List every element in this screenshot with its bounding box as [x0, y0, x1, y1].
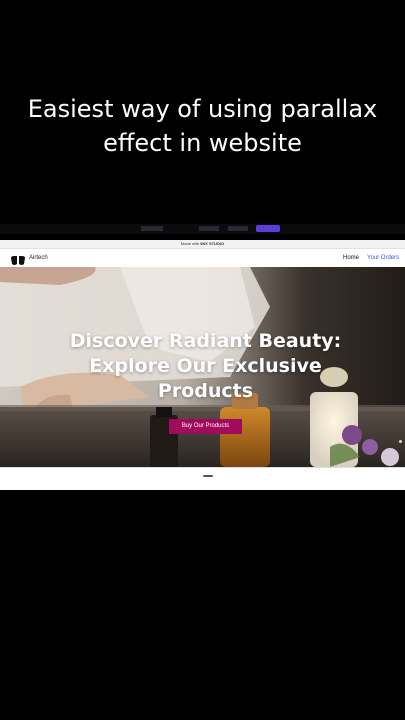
- drag-handle-icon[interactable]: [203, 475, 213, 477]
- made-with-brand: WIX STUDIO: [200, 241, 225, 246]
- hero-headline-line-3: Products: [157, 380, 254, 402]
- nav-link-your-orders[interactable]: Your Orders: [367, 253, 399, 263]
- hero-headline-line-2: Explore Our Exclusive: [89, 355, 322, 377]
- scroll-indicator: [399, 440, 402, 443]
- caption-line-2: effect in website: [103, 129, 302, 157]
- video-caption: Easiest way of using parallax effect in …: [0, 92, 405, 160]
- toolbar-item[interactable]: [228, 226, 248, 231]
- toolbar-publish-button[interactable]: [256, 225, 280, 232]
- hero-section: Discover Radiant Beauty: Explore Our Exc…: [0, 267, 405, 467]
- made-with-label: Made with: [180, 241, 200, 246]
- toolbar-item[interactable]: [141, 226, 163, 231]
- site-header: Airtech Home Your Orders: [0, 249, 405, 267]
- website-preview: Made with WIX STUDIO Airtech Home Your O…: [0, 240, 405, 490]
- editor-toolbar: [0, 224, 405, 234]
- buy-products-button[interactable]: Buy Our Products: [169, 419, 242, 434]
- made-with-banner: Made with WIX STUDIO: [0, 240, 405, 249]
- next-section: [0, 467, 405, 490]
- logo-icon[interactable]: [10, 253, 26, 265]
- hero-headline: Discover Radiant Beauty: Explore Our Exc…: [0, 329, 405, 404]
- toolbar-item[interactable]: [199, 226, 219, 231]
- caption-line-1: Easiest way of using parallax: [27, 95, 378, 123]
- nav-link-home[interactable]: Home: [343, 253, 359, 263]
- hero-headline-line-1: Discover Radiant Beauty:: [69, 330, 342, 352]
- brand-name[interactable]: Airtech: [29, 253, 48, 263]
